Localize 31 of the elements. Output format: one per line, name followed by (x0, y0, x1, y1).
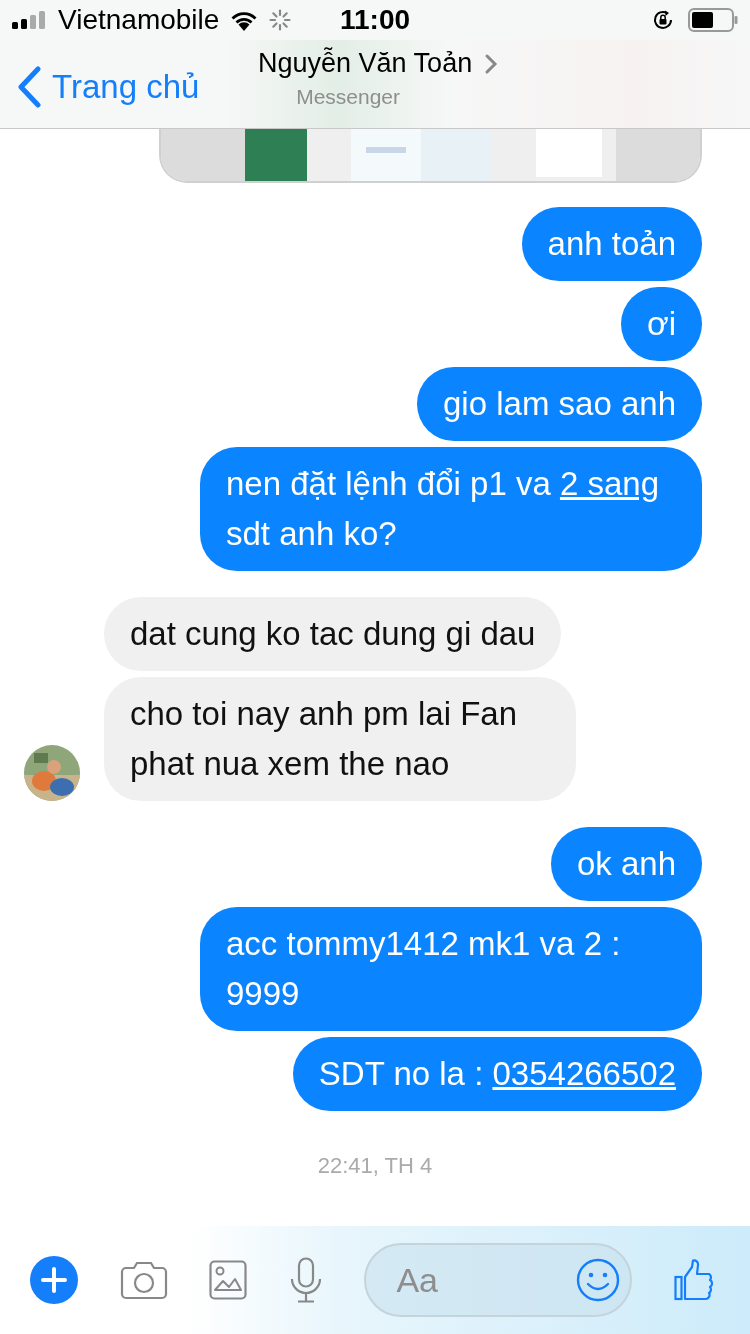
loading-spinner-icon (269, 9, 292, 31)
add-button[interactable] (30, 1256, 78, 1304)
battery-icon (688, 8, 738, 32)
message-input-field[interactable]: Aa (364, 1243, 633, 1317)
message-bubble: ơi (621, 287, 702, 361)
clock-time: 11:00 (339, 4, 411, 36)
plus-icon (41, 1267, 67, 1293)
back-button[interactable]: Trang chủ (0, 57, 200, 117)
signal-icon (12, 11, 46, 29)
message-bubble: nen đặt lệnh đổi p1 va 2 sang sdt anh ko? (200, 447, 702, 571)
back-chevron-icon (16, 66, 42, 108)
rotation-lock-icon (652, 9, 674, 31)
link[interactable]: 2 sang (559, 465, 660, 502)
message-bubble: cho toi nay anh pm lai Fan phat nua xem the nao (104, 677, 576, 801)
contact-subtitle: Messenger (296, 85, 401, 109)
chevron-right-icon (484, 52, 499, 75)
message-bubble: dat cung ko tac dung gi dau (104, 597, 562, 671)
contact-name[interactable]: Nguyễn Văn Toản (258, 48, 473, 79)
message-bubble: gio lam sao anh (417, 367, 702, 441)
emoji-icon[interactable] (576, 1258, 621, 1302)
message-bubble: anh toản (521, 207, 702, 281)
carrier-name: Vietnamobile (58, 4, 220, 36)
image-icon[interactable] (209, 1260, 248, 1300)
camera-icon[interactable] (119, 1260, 168, 1300)
message-timestamp: 22:41, TH 4 (316, 1153, 434, 1179)
link[interactable]: 0354266502 (492, 1055, 676, 1092)
message-bubble: ok anh (550, 827, 702, 901)
thumbs-up-icon[interactable] (673, 1259, 716, 1301)
message-bubble: acc tommy1412 mk1 va 2 : 9999 (200, 907, 702, 1031)
message-bubble: SDT no la : 0354266502 (292, 1037, 702, 1111)
microphone-icon[interactable] (288, 1257, 323, 1303)
